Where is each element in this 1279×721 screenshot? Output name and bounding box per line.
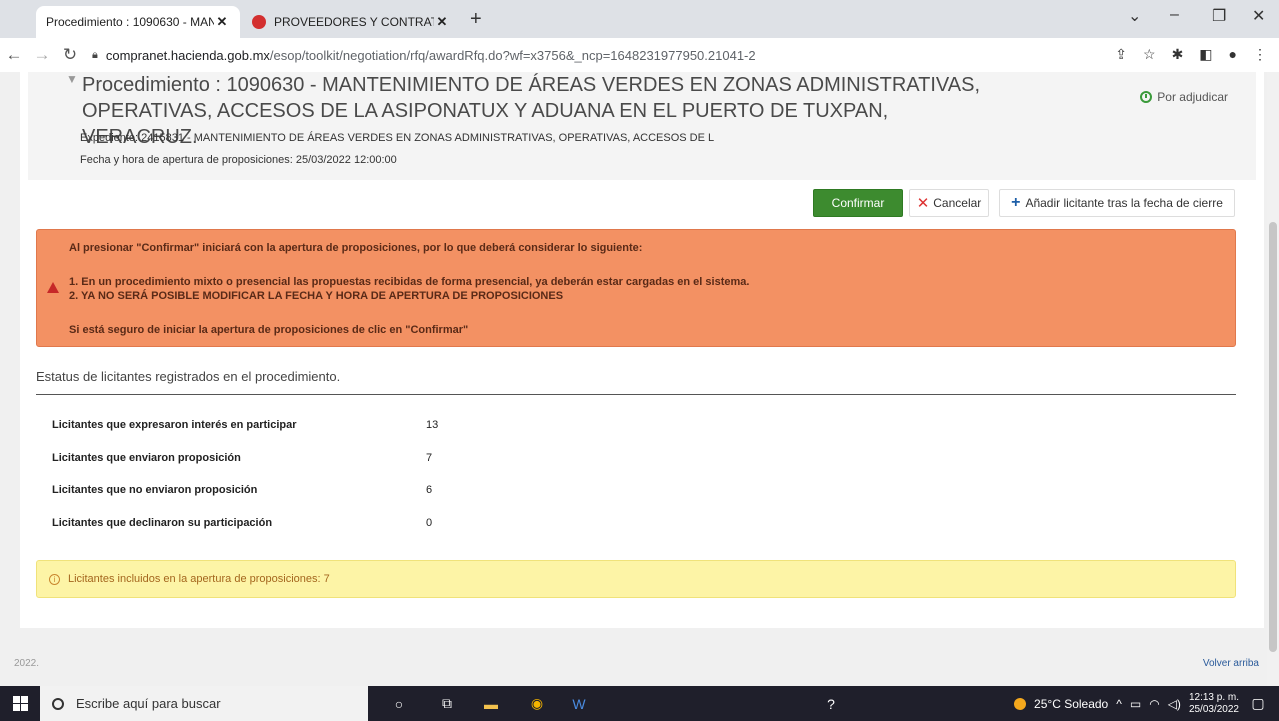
sun-icon xyxy=(1014,697,1027,710)
stat-value: 0 xyxy=(426,517,433,529)
close-icon: ✕ xyxy=(916,195,930,212)
minimize-icon[interactable]: – xyxy=(1170,6,1179,24)
browser-toolbar-icons: ⇪ ☆ ✱ ◧ ● ⋮ xyxy=(1115,46,1267,63)
status-badge: Por adjudicar xyxy=(1140,90,1228,104)
main-content: ▼ Procedimiento : 1090630 - MANTENIMIENT… xyxy=(20,72,1264,628)
confirm-button[interactable]: Confirmar xyxy=(813,189,903,217)
profile-icon[interactable]: ● xyxy=(1229,46,1237,63)
network-icon[interactable]: ▭ xyxy=(1130,697,1141,711)
wifi-icon[interactable]: ◠ xyxy=(1149,697,1159,711)
system-clock[interactable]: 12:13 p. m. 25/03/2022 xyxy=(1189,692,1239,716)
help-icon[interactable]: ? xyxy=(820,686,842,721)
close-window-icon[interactable]: ✕ xyxy=(1252,6,1265,26)
collapse-icon[interactable]: ▼ xyxy=(66,72,78,86)
task-view-icon[interactable]: ⧉ xyxy=(436,686,458,721)
chevron-up-icon[interactable]: ^ xyxy=(1116,697,1122,711)
plus-icon: + xyxy=(1011,194,1021,211)
section-title: Estatus de licitantes registrados en el … xyxy=(36,369,341,384)
close-tab-icon[interactable]: ✕ xyxy=(434,14,450,30)
page-viewport: ▼ Procedimiento : 1090630 - MANTENIMIENT… xyxy=(0,72,1279,686)
alert-line: Si está seguro de iniciar la apertura de… xyxy=(69,324,469,336)
taskbar-search[interactable]: Escribe aquí para buscar xyxy=(40,686,368,721)
weather-text[interactable]: 25°C Soleado xyxy=(1034,697,1108,711)
alert-line: 2. YA NO SERÁ POSIBLE MODIFICAR LA FECHA… xyxy=(69,290,564,302)
cancel-button[interactable]: ✕ Cancelar xyxy=(909,189,989,217)
add-bidder-label: Añadir licitante tras la fecha de cierre xyxy=(1025,196,1223,210)
tab-title: Procedimiento : 1090630 - MAN xyxy=(46,15,214,29)
divider xyxy=(36,394,1236,395)
footer-year: 2022. xyxy=(14,658,40,669)
sidepanel-icon[interactable]: ◧ xyxy=(1199,46,1212,63)
system-tray: 25°C Soleado ^ ▭ ◠ ◁) 12:13 p. m. 25/03/… xyxy=(1014,686,1239,721)
warning-icon xyxy=(47,282,59,293)
alert-line: Al presionar "Confirmar" iniciará con la… xyxy=(69,242,643,254)
new-tab-icon[interactable]: + xyxy=(470,8,482,31)
stat-label: Licitantes que enviaron proposición xyxy=(52,452,241,464)
stat-label: Licitantes que expresaron interés en par… xyxy=(52,419,297,431)
clock-date: 25/03/2022 xyxy=(1188,703,1239,715)
stat-value: 13 xyxy=(426,419,439,431)
url-path: /esop/toolkit/negotiation/rfq/awardRfq.d… xyxy=(269,47,756,63)
url-host: compranet.hacienda.gob.mx xyxy=(105,47,270,63)
search-placeholder: Escribe aquí para buscar xyxy=(76,696,221,711)
clock-icon xyxy=(1140,91,1153,103)
word-icon[interactable]: W xyxy=(568,686,590,721)
tab-proveedores[interactable]: PROVEEDORES Y CONTRATISTAS ✕ xyxy=(242,6,460,38)
site-favicon-icon xyxy=(252,15,266,29)
tab-search-icon[interactable]: ⌄ xyxy=(1128,6,1141,26)
browser-tab-bar: Procedimiento : 1090630 - MAN ✕ PROVEEDO… xyxy=(0,0,1279,38)
search-icon xyxy=(52,697,64,710)
fecha-apertura-text: Fecha y hora de apertura de proposicione… xyxy=(80,154,397,166)
clock-time: 12:13 p. m. xyxy=(1188,691,1239,703)
scrollbar-thumb[interactable] xyxy=(1269,222,1277,652)
menu-icon[interactable]: ⋮ xyxy=(1253,46,1267,63)
address-bar: ← → ↻ 🔒︎ compranet.hacienda.gob.mx/esop/… xyxy=(0,38,1279,72)
file-explorer-icon[interactable]: ▬ xyxy=(480,686,502,721)
back-icon[interactable]: ← xyxy=(0,45,28,65)
tab-title: PROVEEDORES Y CONTRATISTAS xyxy=(274,15,434,29)
expediente-text: Expediente: 2415831 - MANTENIMIENTO DE Á… xyxy=(80,132,715,144)
reload-icon[interactable]: ↻ xyxy=(56,45,84,65)
start-button[interactable] xyxy=(0,696,40,711)
stat-label: Licitantes que no enviaron proposición xyxy=(52,484,258,496)
confirm-label: Confirmar xyxy=(831,196,885,210)
close-tab-icon[interactable]: ✕ xyxy=(214,14,230,30)
cancel-label: Cancelar xyxy=(933,196,982,210)
stat-value: 6 xyxy=(426,484,433,496)
info-text: Licitantes incluidos en la apertura de p… xyxy=(68,573,330,585)
notifications-icon[interactable]: ▢ xyxy=(1247,686,1269,721)
add-bidder-button[interactable]: + Añadir licitante tras la fecha de cier… xyxy=(999,189,1235,217)
windows-taskbar: Escribe aquí para buscar ○ ⧉ ▬ ◉ W ? 25°… xyxy=(0,686,1279,721)
procedure-header: ▼ Procedimiento : 1090630 - MANTENIMIENT… xyxy=(28,72,1256,180)
volume-icon[interactable]: ◁) xyxy=(1168,697,1181,711)
scrollbar[interactable] xyxy=(1267,72,1279,686)
chrome-icon[interactable]: ◉ xyxy=(526,686,548,721)
bookmark-star-icon[interactable]: ☆ xyxy=(1143,46,1156,63)
share-icon[interactable]: ⇪ xyxy=(1115,46,1127,63)
info-icon: i xyxy=(49,573,60,585)
cortana-icon[interactable]: ○ xyxy=(388,686,410,721)
warning-alert: Al presionar "Confirmar" iniciará con la… xyxy=(36,229,1236,347)
stat-value: 7 xyxy=(426,452,433,464)
back-to-top-link[interactable]: Volver arriba xyxy=(1203,658,1259,669)
lock-icon: 🔒︎ xyxy=(92,48,98,61)
status-text: Por adjudicar xyxy=(1157,90,1228,104)
stat-label: Licitantes que declinaron su participaci… xyxy=(52,517,273,529)
alert-line: 1. En un procedimiento mixto o presencia… xyxy=(69,276,750,288)
windows-logo-icon xyxy=(12,696,28,711)
url-field[interactable]: 🔒︎ compranet.hacienda.gob.mx/esop/toolki… xyxy=(92,48,756,63)
extensions-icon[interactable]: ✱ xyxy=(1172,46,1184,63)
info-alert: i Licitantes incluidos en la apertura de… xyxy=(36,560,1236,598)
tab-procedimiento[interactable]: Procedimiento : 1090630 - MAN ✕ xyxy=(36,6,240,38)
restore-icon[interactable]: ❐ xyxy=(1212,6,1226,26)
forward-icon[interactable]: → xyxy=(28,45,56,65)
